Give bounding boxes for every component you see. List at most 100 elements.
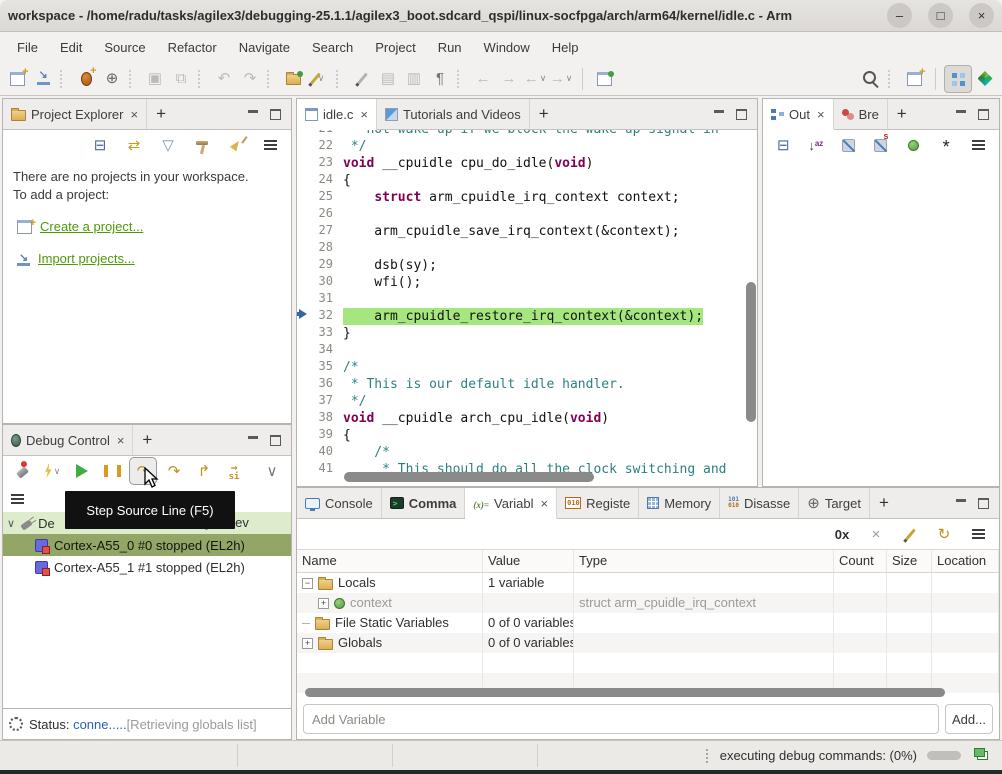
menu-navigate[interactable]: Navigate: [228, 36, 301, 59]
debug-core-row[interactable]: Cortex-A55_1 #1 stopped (EL2h): [3, 556, 291, 578]
close-tab-icon[interactable]: ×: [360, 107, 368, 122]
build-icon[interactable]: [189, 132, 215, 158]
variables-horizontal-scrollbar[interactable]: [305, 688, 945, 697]
hex-format-button[interactable]: 0x: [829, 521, 855, 547]
add-variable-input[interactable]: [303, 704, 939, 734]
close-button[interactable]: ×: [969, 3, 994, 28]
step-out-icon[interactable]: ↱: [191, 458, 217, 484]
expander-icon[interactable]: −: [302, 577, 313, 589]
connect-icon[interactable]: ∨: [39, 458, 65, 484]
toolbar-overflow-icon[interactable]: ∨: [259, 458, 285, 484]
background-jobs-icon[interactable]: [974, 748, 988, 760]
collapse-all-icon[interactable]: ⊟: [771, 132, 796, 158]
link-with-editor-icon[interactable]: ⇄: [121, 132, 147, 158]
editor-horizontal-scrollbar[interactable]: [344, 472, 594, 482]
add-variable-button[interactable]: Add...: [945, 704, 993, 734]
column-header-count[interactable]: Count: [834, 550, 887, 572]
editor-tab-idle-c[interactable]: idle.c ×: [297, 99, 377, 130]
status-link[interactable]: conne.....: [73, 717, 126, 732]
clean-icon[interactable]: [223, 132, 249, 158]
select-target-icon[interactable]: ⊕: [99, 66, 125, 92]
maximize-view-button[interactable]: [736, 108, 747, 120]
menu-file[interactable]: File: [6, 36, 49, 59]
perspective-debug-icon[interactable]: [972, 66, 998, 92]
back-icon[interactable]: ← ∨: [522, 66, 548, 92]
hide-static-members-icon[interactable]: [869, 131, 894, 158]
expander-icon[interactable]: ∨: [7, 517, 15, 530]
open-resource-icon[interactable]: [280, 66, 306, 92]
create-project-link[interactable]: Create a project...: [40, 218, 143, 236]
minimize-view-button[interactable]: [956, 498, 966, 502]
filter-icon[interactable]: ▽: [155, 132, 181, 158]
editor-tab-tutorials-and-videos[interactable]: Tutorials and Videos: [377, 99, 530, 129]
refresh-icon[interactable]: ↻: [931, 521, 957, 547]
maximize-view-button[interactable]: [978, 108, 989, 120]
table-row[interactable]: File Static Variables 0 of 0 variables: [297, 613, 999, 633]
bottom-tab-registe[interactable]: Registe: [557, 488, 640, 518]
step-over-icon[interactable]: ↷: [161, 458, 187, 484]
maximize-view-button[interactable]: [270, 108, 281, 120]
show-whitespace-icon[interactable]: ¶: [427, 66, 453, 92]
editor-vertical-scrollbar[interactable]: [746, 282, 756, 422]
menu-source[interactable]: Source: [93, 36, 156, 59]
menu-help[interactable]: Help: [541, 36, 590, 59]
column-header-type[interactable]: Type: [574, 550, 834, 572]
close-tab-icon[interactable]: ×: [117, 433, 125, 448]
column-header-value[interactable]: Value: [483, 550, 574, 572]
project-explorer-tab-project-explorer[interactable]: Project Explorer ×: [3, 99, 148, 129]
remove-all-icon[interactable]: ×: [863, 521, 889, 547]
perspective-development-studio-icon[interactable]: [944, 64, 972, 93]
menu-search[interactable]: Search: [301, 36, 364, 59]
edit-variable-icon[interactable]: [897, 521, 923, 547]
bottom-tab-disasse[interactable]: Disasse: [720, 488, 800, 518]
hide-inactive-icon[interactable]: *: [934, 132, 959, 158]
hide-non-public-icon[interactable]: [901, 132, 926, 158]
new-wizard-icon[interactable]: [4, 66, 30, 92]
doc-source-icon[interactable]: ▤: [375, 66, 401, 92]
maximize-button[interactable]: □: [928, 3, 953, 28]
continue-icon[interactable]: [69, 458, 95, 484]
import-projects-link[interactable]: Import projects...: [38, 250, 135, 268]
bottom-tab-variabl[interactable]: Variabl×: [465, 488, 558, 519]
table-row[interactable]: + Globals 0 of 0 variables: [297, 633, 999, 653]
step-instruction-icon[interactable]: si: [221, 458, 247, 484]
debug-control-tab-debug-control[interactable]: Debug Control ×: [3, 425, 134, 455]
table-row[interactable]: + context struct arm_cpuidle_irq_context: [297, 593, 999, 613]
undo-icon[interactable]: ↶: [211, 66, 237, 92]
forward-icon[interactable]: → ∨: [548, 66, 574, 92]
close-tab-icon[interactable]: ×: [541, 496, 549, 511]
sort-icon[interactable]: [804, 132, 829, 158]
outline-tab-out[interactable]: Out ×: [763, 99, 834, 130]
minimize-view-button[interactable]: [248, 435, 258, 439]
minimize-view-button[interactable]: [248, 109, 258, 113]
column-header-name[interactable]: Name: [297, 550, 483, 572]
view-menu-icon[interactable]: [965, 521, 991, 547]
bottom-tab-memory[interactable]: Memory: [639, 488, 721, 518]
expander-icon[interactable]: +: [302, 637, 313, 649]
search-icon[interactable]: [858, 66, 884, 92]
open-perspective-icon[interactable]: [901, 66, 927, 92]
menu-project[interactable]: Project: [364, 36, 426, 59]
doc-outline-icon[interactable]: ▥: [401, 66, 427, 92]
previous-edit-location-icon[interactable]: ←: [470, 66, 496, 92]
view-menu-icon[interactable]: [966, 132, 991, 158]
format-pen-icon[interactable]: [349, 66, 375, 92]
expander-icon[interactable]: +: [318, 597, 329, 609]
interrupt-icon[interactable]: [99, 458, 125, 484]
pin-editor-icon[interactable]: [591, 66, 617, 92]
next-edit-location-icon[interactable]: →: [496, 66, 522, 92]
project-explorer-new-view-button[interactable]: +: [147, 99, 175, 129]
maximize-view-button[interactable]: [978, 497, 989, 509]
menu-window[interactable]: Window: [473, 36, 541, 59]
hide-fields-icon[interactable]: [836, 132, 861, 158]
maximize-view-button[interactable]: [270, 434, 281, 446]
collapse-all-icon[interactable]: ⊟: [87, 132, 113, 158]
annotation-pen-icon[interactable]: ∨: [306, 66, 332, 92]
minimize-view-button[interactable]: [956, 109, 966, 113]
minimize-button[interactable]: –: [887, 3, 912, 28]
disconnect-icon[interactable]: [9, 458, 35, 484]
view-menu-icon[interactable]: [257, 132, 283, 158]
debug-bug-icon[interactable]: [73, 65, 99, 92]
menu-edit[interactable]: Edit: [49, 36, 93, 59]
debug-core-row[interactable]: Cortex-A55_0 #0 stopped (EL2h): [3, 534, 291, 556]
